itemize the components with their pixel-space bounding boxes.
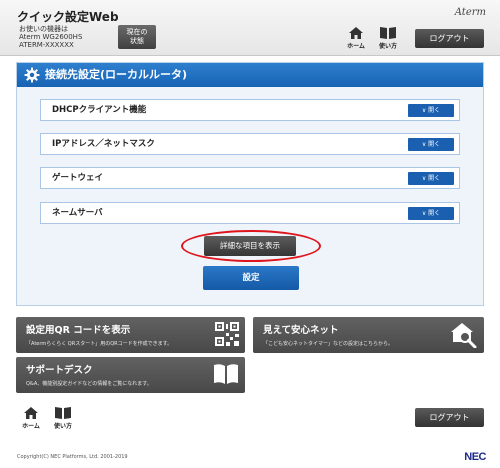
tile-title: サポートデスク [26, 365, 93, 376]
device-name: ATERM-XXXXXX [19, 41, 74, 49]
home-nav[interactable]: ホーム [342, 26, 370, 50]
manual-label: 使い方 [53, 423, 72, 430]
copyright: Copyright(C) NEC Platforms, Ltd. 2001-20… [17, 454, 128, 460]
device-model: Aterm WG2600HS [19, 33, 83, 41]
accordion-dhcp-client[interactable]: DHCPクライアント機能 ∨ 開く [40, 99, 460, 121]
expand-button[interactable]: ∨ 開く [408, 104, 454, 117]
qr-code-tile[interactable]: 設定用QR コードを表示 「Atermらくらく QRスタート」用のQRコードを作… [16, 317, 245, 353]
footer-logout-button[interactable]: ログアウト [415, 408, 484, 427]
status-button-line-2: 状態 [130, 37, 144, 45]
qr-code-icon [215, 322, 239, 346]
book-icon [380, 27, 396, 39]
top-header: クイック設定Web お使いの機器は Aterm WG2600HS ATERM-X… [0, 0, 500, 56]
expand-button[interactable]: ∨ 開く [408, 138, 454, 151]
home-label: ホーム [22, 423, 40, 430]
accordion-label: ゲートウェイ [52, 173, 104, 183]
accordion-ip-netmask[interactable]: IPアドレス／ネットマスク ∨ 開く [40, 133, 460, 155]
book-icon [55, 407, 71, 419]
apply-settings-button[interactable]: 設定 [203, 266, 299, 290]
logout-button[interactable]: ログアウト [415, 29, 484, 48]
nec-logo: NEC [464, 451, 486, 463]
aterm-logo: Aterm [454, 7, 486, 18]
current-status-button[interactable]: 現在の 状態 [118, 25, 156, 49]
tile-description: Q&A、機能別設定ガイドなどの情報をご覧になれます。 [26, 381, 152, 387]
accordion-label: IPアドレス／ネットマスク [52, 139, 155, 149]
highlight-annotation [181, 230, 321, 262]
footer-home-nav[interactable]: ホーム [17, 406, 45, 430]
accordion-label: ネームサーバ [52, 208, 103, 218]
panel-title: 接続先設定(ローカルルータ) [45, 68, 188, 81]
support-desk-tile[interactable]: サポートデスク Q&A、機能別設定ガイドなどの情報をご覧になれます。 [16, 357, 245, 393]
device-line-1: お使いの機器は [19, 25, 68, 33]
tile-title: 設定用QR コードを表示 [26, 325, 131, 336]
tile-description: 「Atermらくらく QRスタート」用のQRコードを作成できます。 [26, 341, 173, 347]
expand-button[interactable]: ∨ 開く [408, 207, 454, 220]
safe-net-tile[interactable]: 見えて安心ネット 「こども安心ネットタイマー」などの設定はこちらから。 [253, 317, 484, 353]
home-icon [24, 407, 38, 419]
home-icon [349, 27, 363, 39]
status-button-line-1: 現在の [126, 28, 148, 36]
tile-title: 見えて安心ネット [263, 325, 339, 336]
home-label: ホーム [347, 43, 365, 50]
app-title: クイック設定Web [17, 10, 119, 24]
tile-description: 「こども安心ネットタイマー」などの設定はこちらから。 [263, 341, 394, 347]
house-magnifier-icon [451, 323, 477, 348]
expand-button[interactable]: ∨ 開く [408, 172, 454, 185]
panel-header: 接続先設定(ローカルルータ) [17, 63, 483, 87]
manual-nav[interactable]: 使い方 [374, 26, 402, 50]
footer-manual-nav[interactable]: 使い方 [49, 406, 77, 430]
accordion-label: DHCPクライアント機能 [52, 105, 147, 115]
manual-label: 使い方 [378, 43, 397, 50]
local-router-settings-panel: 接続先設定(ローカルルータ) DHCPクライアント機能 ∨ 開く IPアドレス／… [16, 62, 484, 306]
gear-icon [24, 67, 40, 83]
accordion-gateway[interactable]: ゲートウェイ ∨ 開く [40, 167, 460, 189]
accordion-name-server[interactable]: ネームサーバ ∨ 開く [40, 202, 460, 224]
book-icon [214, 364, 238, 384]
